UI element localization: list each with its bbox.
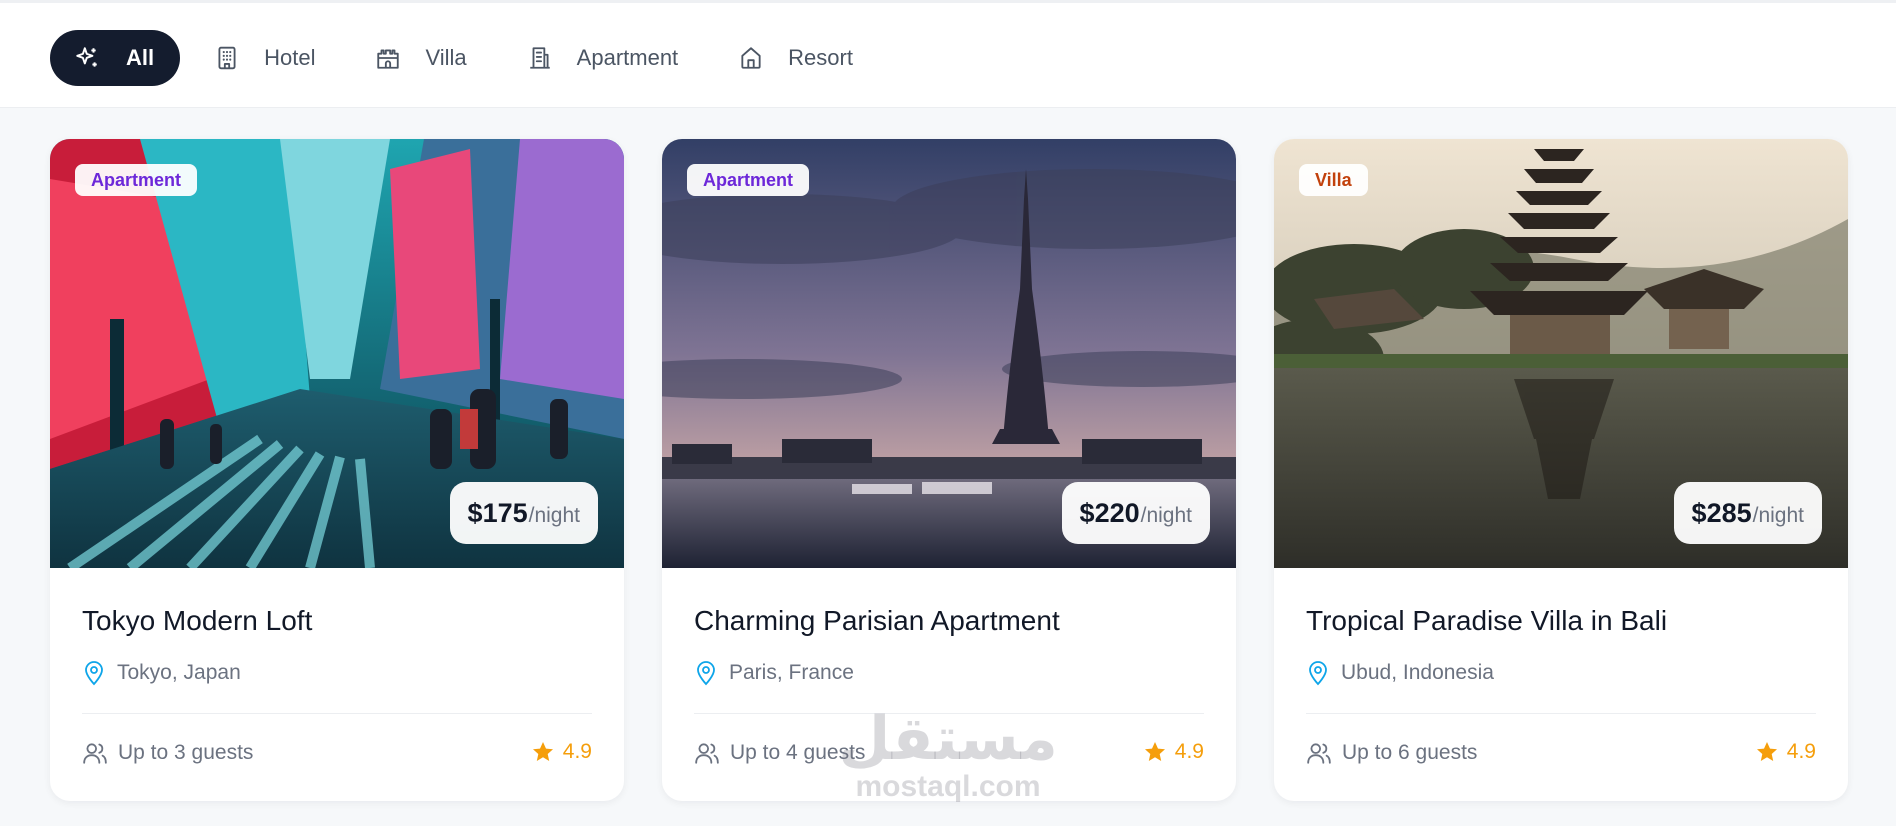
rating: 4.9 <box>1755 740 1816 764</box>
apartment-building-icon <box>527 45 553 71</box>
filter-list: All Hotel Villa Apartment Resort <box>50 29 879 87</box>
listing-card[interactable]: Apartment $175 /night Tokyo Modern Loft … <box>50 139 624 801</box>
filter-resort[interactable]: Resort <box>712 30 879 86</box>
location-text: Tokyo, Japan <box>117 661 241 684</box>
filter-label: Resort <box>788 45 853 70</box>
rating-value: 4.9 <box>562 740 592 763</box>
star-icon <box>1143 740 1167 764</box>
filter-label: Villa <box>425 45 467 70</box>
rating: 4.9 <box>531 740 592 764</box>
rating: 4.9 <box>1143 740 1204 764</box>
property-type-badge: Villa <box>1299 164 1368 196</box>
price-unit: /night <box>1140 504 1192 527</box>
map-pin-icon <box>1306 660 1330 686</box>
price-unit: /night <box>528 504 580 527</box>
rating-value: 4.9 <box>1786 740 1816 763</box>
property-type-badge: Apartment <box>75 164 198 196</box>
filter-villa[interactable]: Villa <box>349 30 492 86</box>
guests-text: Up to 3 guests <box>118 741 254 764</box>
listing-title[interactable]: Charming Parisian Apartment <box>694 605 1060 637</box>
guest-capacity: Up to 3 guests <box>82 740 253 766</box>
price-unit: /night <box>1752 504 1804 527</box>
building-icon <box>214 45 240 71</box>
filter-all[interactable]: All <box>50 30 181 86</box>
users-icon <box>1306 740 1332 766</box>
filter-label: Hotel <box>264 45 316 70</box>
listing-location: Tokyo, Japan <box>82 660 241 686</box>
listing-details: Tokyo Modern Loft Tokyo, Japan Up to 3 g… <box>82 568 592 801</box>
listing-location: Ubud, Indonesia <box>1306 660 1494 686</box>
filter-apartment[interactable]: Apartment <box>501 30 705 86</box>
price-tag: $285 /night <box>1673 482 1822 544</box>
price-tag: $175 /night <box>449 482 598 544</box>
divider <box>82 713 592 714</box>
guest-capacity: Up to 4 guests <box>694 740 865 766</box>
listing-details: Tropical Paradise Villa in Bali Ubud, In… <box>1306 568 1816 801</box>
home-icon <box>738 45 764 71</box>
divider <box>694 713 1204 714</box>
guest-capacity: Up to 6 guests <box>1306 740 1477 766</box>
filter-label: Apartment <box>576 45 679 70</box>
divider <box>1306 713 1816 714</box>
map-pin-icon <box>82 660 106 686</box>
listing-location: Paris, France <box>694 660 854 686</box>
star-icon <box>1755 740 1779 764</box>
price-tag: $220 /night <box>1061 482 1210 544</box>
castle-icon <box>375 45 401 71</box>
users-icon <box>82 740 108 766</box>
price-amount: $175 <box>467 498 528 528</box>
users-icon <box>694 740 720 766</box>
price-amount: $285 <box>1691 498 1752 528</box>
listing-card[interactable]: Apartment $220 /night Charming Parisian … <box>662 139 1236 801</box>
guests-text: Up to 4 guests <box>730 741 866 764</box>
listing-card[interactable]: Villa $285 /night Tropical Paradise Vill… <box>1274 139 1848 801</box>
listing-title[interactable]: Tropical Paradise Villa in Bali <box>1306 605 1667 637</box>
map-pin-icon <box>694 660 718 686</box>
price-amount: $220 <box>1079 498 1140 528</box>
location-text: Ubud, Indonesia <box>1341 661 1494 684</box>
sparkles-icon <box>74 45 100 71</box>
filter-hotel[interactable]: Hotel <box>188 30 341 86</box>
property-type-badge: Apartment <box>687 164 810 196</box>
star-icon <box>531 740 555 764</box>
rating-value: 4.9 <box>1174 740 1204 763</box>
listing-details: Charming Parisian Apartment Paris, Franc… <box>694 568 1204 801</box>
guests-text: Up to 6 guests <box>1342 741 1478 764</box>
location-text: Paris, France <box>729 661 854 684</box>
category-filter-bar: All Hotel Villa Apartment Resort <box>0 0 1896 108</box>
filter-label: All <box>126 45 155 70</box>
listing-title[interactable]: Tokyo Modern Loft <box>82 605 312 637</box>
